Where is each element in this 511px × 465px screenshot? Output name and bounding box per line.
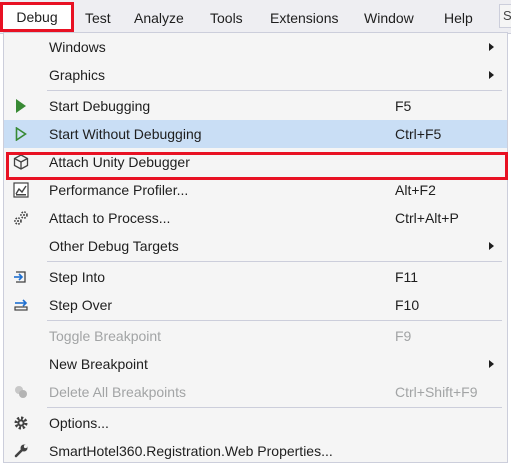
menu-item-project-properties[interactable]: SmartHotel360.Registration.Web Propertie…	[4, 437, 507, 465]
menu-separator	[47, 320, 502, 321]
gear-icon	[13, 415, 29, 431]
menu-item-shortcut: Ctrl+Alt+P	[395, 210, 459, 226]
menu-item-label: Delete All Breakpoints	[49, 384, 186, 400]
menu-window[interactable]: Window	[364, 9, 414, 27]
menu-item-graphics[interactable]: Graphics	[4, 61, 507, 89]
highlight-callout-box	[6, 152, 508, 180]
menu-analyze[interactable]: Analyze	[134, 9, 184, 27]
menu-item-label: Performance Profiler...	[49, 182, 189, 198]
menu-extensions[interactable]: Extensions	[270, 9, 338, 27]
menu-separator	[47, 90, 502, 91]
menu-item-shortcut: Alt+F2	[395, 182, 436, 198]
play-filled-icon	[13, 98, 29, 114]
menu-item-performance-profiler[interactable]: Performance Profiler... Alt+F2	[4, 176, 507, 204]
menu-item-shortcut: Ctrl+Shift+F9	[395, 384, 478, 400]
step-over-icon	[13, 297, 29, 313]
menu-item-start-without-debugging[interactable]: Start Without Debugging Ctrl+F5	[4, 120, 507, 148]
menu-debug-label: Debug	[16, 9, 58, 25]
debug-menu-dropdown: Windows Graphics Start Debugging F5 Star…	[3, 32, 508, 463]
menu-bar: Debug Test Analyze Tools Extensions Wind…	[0, 0, 511, 34]
menu-item-label: Step Over	[49, 297, 113, 313]
menu-item-start-debugging[interactable]: Start Debugging F5	[4, 92, 507, 120]
submenu-arrow-icon	[489, 242, 494, 250]
menu-item-toggle-breakpoint: Toggle Breakpoint F9	[4, 322, 507, 350]
menu-item-shortcut: F10	[395, 297, 420, 313]
delete-breakpoints-icon	[13, 384, 29, 400]
menu-item-label: Toggle Breakpoint	[49, 328, 162, 344]
search-box-text: S	[503, 8, 511, 23]
menu-item-shortcut: F9	[395, 328, 412, 344]
menu-item-label: Start Debugging	[49, 98, 151, 114]
menu-item-label: Windows	[49, 39, 106, 55]
menu-item-label: Other Debug Targets	[49, 238, 179, 254]
menu-item-delete-all-breakpoints: Delete All Breakpoints Ctrl+Shift+F9	[4, 378, 507, 406]
menu-item-label: Start Without Debugging	[49, 126, 202, 142]
menu-item-label: Attach to Process...	[49, 210, 171, 226]
menu-item-label: New Breakpoint	[49, 356, 148, 372]
menu-item-options[interactable]: Options...	[4, 409, 507, 437]
menu-item-label: SmartHotel360.Registration.Web Propertie…	[49, 443, 333, 459]
menu-item-shortcut: F5	[395, 98, 412, 114]
play-outline-icon	[13, 126, 29, 142]
menu-item-label: Step Into	[49, 269, 106, 285]
menu-item-label: Options...	[49, 415, 109, 431]
menu-item-windows[interactable]: Windows	[4, 33, 507, 61]
menu-help[interactable]: Help	[444, 9, 473, 27]
submenu-arrow-icon	[489, 43, 494, 51]
menu-test[interactable]: Test	[85, 9, 111, 27]
submenu-arrow-icon	[489, 360, 494, 368]
menu-item-other-debug-targets[interactable]: Other Debug Targets	[4, 232, 507, 260]
submenu-arrow-icon	[489, 71, 494, 79]
search-box[interactable]: S	[499, 4, 511, 28]
gears-icon	[13, 210, 29, 226]
menu-item-shortcut: F11	[395, 269, 419, 285]
menu-item-step-into[interactable]: Step Into F11	[4, 263, 507, 291]
menu-tools[interactable]: Tools	[210, 9, 243, 27]
menu-item-shortcut: Ctrl+F5	[395, 126, 442, 142]
menu-separator	[47, 261, 502, 262]
menu-item-attach-to-process[interactable]: Attach to Process... Ctrl+Alt+P	[4, 204, 507, 232]
wrench-icon	[13, 443, 29, 459]
profiler-chart-icon	[13, 182, 29, 198]
menu-separator	[47, 407, 502, 408]
menu-item-label: Graphics	[49, 67, 106, 83]
menu-item-new-breakpoint[interactable]: New Breakpoint	[4, 350, 507, 378]
menu-item-step-over[interactable]: Step Over F10	[4, 291, 507, 319]
menu-debug[interactable]: Debug	[0, 2, 74, 32]
step-into-icon	[13, 269, 29, 285]
